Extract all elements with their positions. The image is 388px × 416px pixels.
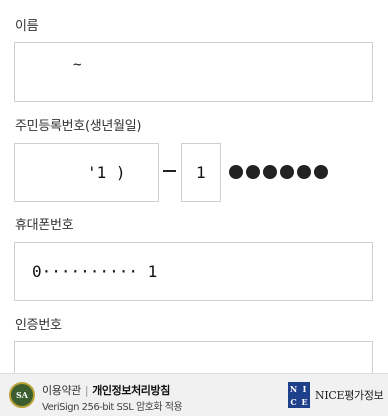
nice-logo-icon: N I C E [288, 382, 310, 408]
footer-links: 이용약관 | 개인정보처리방침 [42, 382, 170, 398]
nice-logo-letter: E [301, 396, 308, 407]
ssl-notice: VeriSign 256-bit SSL 암호화 적용 [42, 402, 183, 413]
footer-bar: SA 이용약관 | 개인정보처리방침 VeriSign 256-bit SSL 암호… [0, 373, 388, 416]
birth-label: 주민등록번호(생년월일) [15, 119, 142, 134]
phone-label: 휴대폰번호 [15, 218, 74, 233]
phone-field[interactable]: 0·········· 1 [14, 242, 373, 301]
terms-link[interactable]: 이용약관 [42, 384, 81, 397]
masked-digits [229, 165, 328, 179]
name-field[interactable]: ~ [14, 42, 373, 102]
gender-digit-field[interactable]: 1 [181, 143, 221, 202]
masked-digit-dot [263, 165, 277, 179]
auth-code-label: 인증번호 [15, 318, 62, 333]
name-value: ~ [73, 57, 82, 73]
birth-date-value: '1 ) [87, 163, 126, 182]
nice-brand-text: NICE평가정보 [315, 389, 384, 402]
masked-digit-dot [280, 165, 294, 179]
nice-logo-letter: I [302, 383, 307, 394]
masked-digit-dot [314, 165, 328, 179]
sa-certification-badge: SA [9, 382, 35, 408]
hyphen-separator [163, 170, 176, 172]
gender-digit-value: 1 [196, 163, 206, 182]
nice-logo-letter: N [289, 383, 298, 394]
phone-value: 0·········· 1 [32, 262, 158, 281]
footer-link-separator: | [84, 384, 89, 397]
privacy-policy-link[interactable]: 개인정보처리방침 [92, 384, 170, 397]
name-label: 이름 [15, 19, 39, 34]
masked-digit-dot [297, 165, 311, 179]
masked-digit-dot [229, 165, 243, 179]
nice-logo-letter: C [290, 396, 297, 407]
birth-date-field[interactable]: '1 ) [14, 143, 159, 202]
masked-digit-dot [246, 165, 260, 179]
